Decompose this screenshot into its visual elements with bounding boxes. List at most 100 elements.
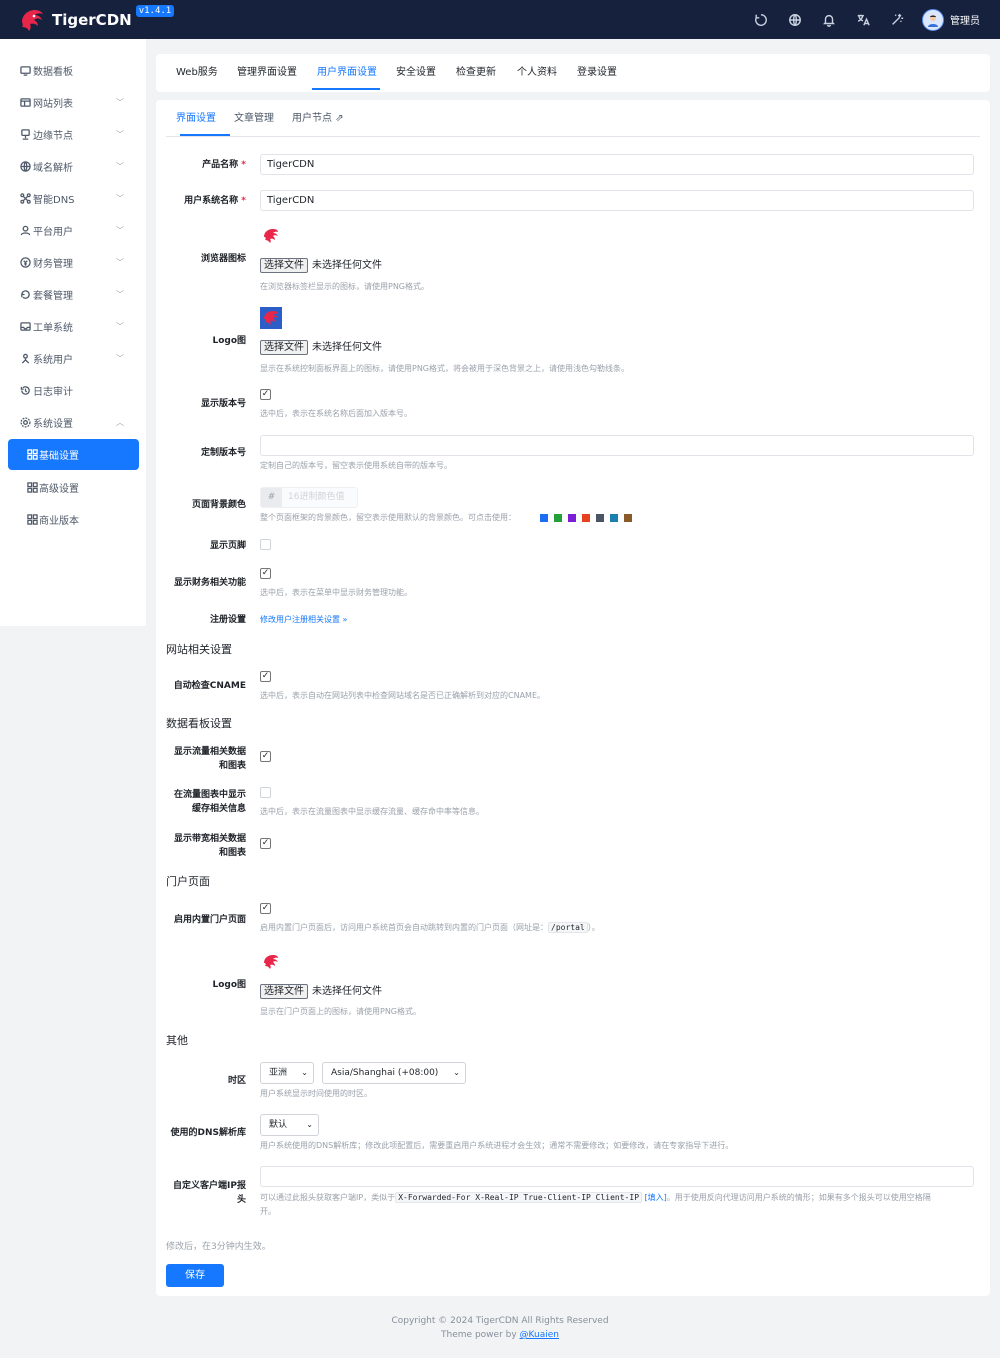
sidebar-item-smart-dns[interactable]: 智能DNS ﹀ [0,184,146,212]
settings-form-card: 界面设置 文章管理 用户节点 ⇗ 产品名称 * TigerCDN 用户系统名称 … [156,100,990,1296]
user-name: 管理员 [950,16,980,27]
product-name-input[interactable]: TigerCDN [260,154,974,175]
chevron-down-icon: ⌄ [306,1120,313,1129]
sidebar-item-websites[interactable]: 网站列表 ﹀ [0,88,146,116]
sidebar-item-edge-nodes[interactable]: 边缘节点 ﹀ [0,120,146,148]
timezone-region-select[interactable]: 亚洲 ⌄ [260,1062,314,1084]
tab-web-service[interactable]: Web服务 [176,54,218,92]
globe-icon[interactable] [778,0,812,39]
color-swatch-gray[interactable] [596,514,604,522]
sidebar-item-packages[interactable]: 套餐管理 ﹀ [0,280,146,308]
fill-in-link[interactable]: [填入] [645,1193,667,1202]
log-icon [20,385,31,396]
logo-preview-icon [260,307,282,329]
tab-admin-ui[interactable]: 管理界面设置 [237,54,297,92]
subtab-interface[interactable]: 界面设置 [176,100,216,137]
tab-login-settings[interactable]: 登录设置 [577,54,617,92]
bell-icon[interactable] [812,0,846,39]
sidebar-item-label: 日志审计 [33,386,73,398]
favicon-hint: 在浏览器标签栏显示的图标，请使用PNG格式。 [260,282,430,291]
tab-profile[interactable]: 个人资料 [517,54,557,92]
color-swatch-brown[interactable] [624,514,632,522]
custom-version-label: 定制版本号 [200,448,246,458]
website-icon [20,97,31,108]
sidebar: 数据看板 网站列表 ﹀ 边缘节点 ﹀ 域名解析 ﹀ 智能DNS ﹀ 平台用户 ﹀… [0,39,146,626]
register-settings-link[interactable]: 修改用户注册相关设置 » [260,613,347,627]
dns-resolver-label: 使用的DNS解析库 [170,1128,247,1138]
sidebar-item-label: 财务管理 [33,258,73,270]
client-ip-hint: 可以通过此报头获取客户端IP，类似于 X-Forwarded-For X-Real… [260,1192,931,1216]
app-name: TigerCDN [52,10,132,29]
sidebar-item-label: 系统设置 [33,418,73,430]
sidebar-item-finance[interactable]: 财务管理 ﹀ [0,248,146,276]
sidebar-item-advanced-settings[interactable]: 高级设置 [0,473,146,501]
show-cache-hint: 选中后，表示在流量图表中显示缓存流量、缓存命中率等信息。 [260,807,484,816]
color-swatch-purple[interactable] [568,514,576,522]
color-swatch-blue[interactable] [540,514,548,522]
show-cache-label: 在流量图表中显示 缓存相关信息 [173,790,246,814]
package-icon [20,289,31,300]
refresh-icon[interactable] [744,0,778,39]
sidebar-item-platform-users[interactable]: 平台用户 ﹀ [0,216,146,244]
timezone-zone-select[interactable]: Asia/Shanghai (+08:00) ⌄ [322,1062,466,1084]
system-name-input[interactable]: TigerCDN [260,190,974,211]
auto-cname-checkbox[interactable]: ✓ [260,671,271,682]
sidebar-item-domain-dns[interactable]: 域名解析 ﹀ [0,152,146,180]
bg-color-label: 页面背景颜色 [191,500,246,510]
node-icon [20,128,31,140]
favicon-label: 浏览器图标 [200,254,246,264]
client-ip-header-input[interactable] [260,1166,974,1187]
translate-icon[interactable] [846,0,880,39]
color-swatch-teal[interactable] [610,514,618,522]
tab-security[interactable]: 安全设置 [396,54,436,92]
show-traffic-checkbox[interactable]: ✓ [260,751,271,762]
effective-note: 修改后，在3分钟内生效。 [166,1242,271,1252]
subtab-articles[interactable]: 文章管理 [234,100,274,137]
color-swatch-green[interactable] [554,514,562,522]
grid-icon [27,449,38,460]
sidebar-item-basic-settings[interactable]: 基础设置 [8,439,139,470]
show-cache-checkbox[interactable] [260,787,271,798]
subtab-user-nodes[interactable]: 用户节点 ⇗ [292,100,344,137]
portal-logo-file-status: 未选择任何文件 [312,986,382,997]
brand[interactable]: TigerCDN v1.4.1 [16,0,175,39]
sidebar-item-audit-log[interactable]: 日志审计 [0,376,146,404]
portal-enable-label: 启用内置门户页面 [173,915,246,925]
sidebar-item-commercial[interactable]: 商业版本 [0,505,146,533]
show-version-label: 显示版本号 [200,399,246,409]
theme-icon[interactable] [880,0,914,39]
portal-logo-file-button[interactable]: 选择文件 [260,984,308,999]
sidebar-item-label: 基础设置 [39,451,79,462]
portal-enable-checkbox[interactable]: ✓ [260,903,271,914]
chevron-down-icon: ﹀ [116,225,124,235]
sidebar-item-label: 平台用户 [33,226,73,238]
dashboard-section-title: 数据看板设置 [166,717,232,730]
theme-author-link[interactable]: @Kuaien [520,1330,559,1340]
save-button[interactable]: 保存 [166,1264,224,1287]
register-label: 注册设置 [209,615,246,625]
show-finance-checkbox[interactable]: ✓ [260,568,271,579]
sidebar-item-dashboard[interactable]: 数据看板 [0,56,146,84]
tab-check-update[interactable]: 检查更新 [456,54,496,92]
show-footer-checkbox[interactable] [260,539,271,550]
show-version-hint: 选中后，表示在系统名称后面加入版本号。 [260,409,412,418]
sidebar-item-system-settings[interactable]: 系统设置 ︿ [0,408,146,436]
tab-user-ui[interactable]: 用户界面设置 [317,54,377,92]
sidebar-item-tickets[interactable]: 工单系统 ﹀ [0,312,146,340]
show-version-checkbox[interactable]: ✓ [260,389,271,400]
portal-logo-hint: 显示在门户页面上的图标，请使用PNG格式。 [260,1007,422,1016]
logo-file-button[interactable]: 选择文件 [260,340,308,355]
show-bandwidth-checkbox[interactable]: ✓ [260,838,271,849]
logo-hint: 显示在系统控制面板界面上的图标，请使用PNG格式，将会被用于深色背景之上，请使用… [260,364,630,373]
color-swatch-red[interactable] [582,514,590,522]
logo-label: Logo图 [212,336,246,346]
custom-version-input[interactable] [260,435,974,456]
dns-resolver-select[interactable]: 默认 ⌄ [260,1114,319,1136]
user-menu[interactable]: 管理员 [922,8,980,31]
dns-globe-icon [20,160,31,172]
favicon-file-button[interactable]: 选择文件 [260,258,308,273]
logo-file-status: 未选择任何文件 [312,342,382,353]
chevron-down-icon: ﹀ [116,97,124,107]
sidebar-item-system-users[interactable]: 系统用户 ﹀ [0,344,146,372]
bg-color-input[interactable]: # 16进制颜色值 [260,487,358,508]
